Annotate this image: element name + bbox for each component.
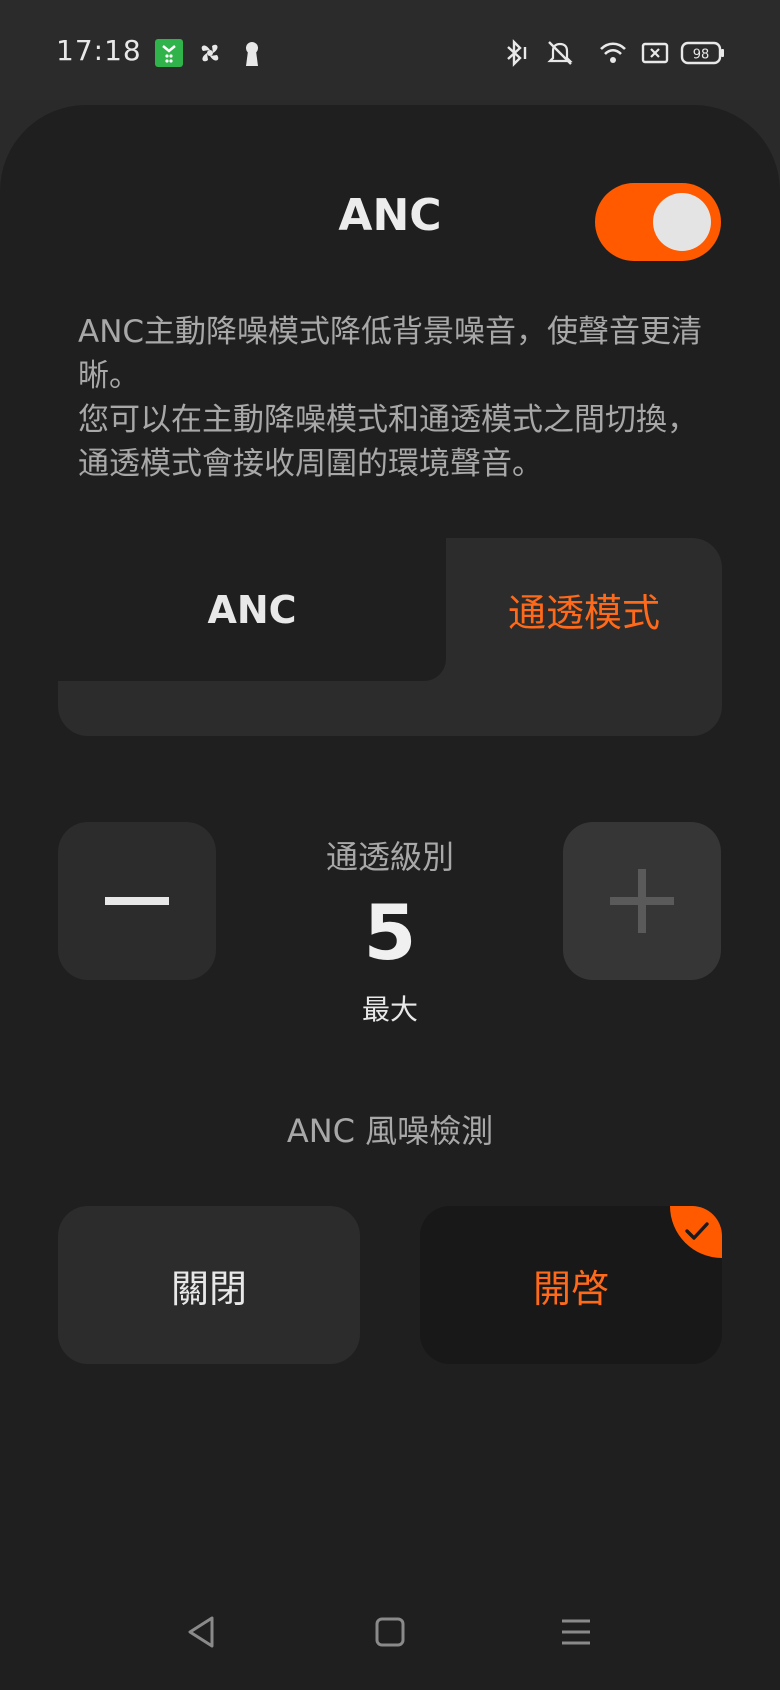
status-bar: 17:18 98 <box>0 0 780 100</box>
wind-detection-on-label: 開啓 <box>532 1266 609 1311</box>
battery-level: 98 <box>693 48 710 63</box>
check-icon <box>670 1206 722 1258</box>
wind-detection-off-label: 關閉 <box>170 1266 247 1311</box>
fan-icon <box>195 38 225 68</box>
app-notification-icon <box>154 38 184 68</box>
wind-noise-label: ANC 風噪檢測 <box>286 1112 494 1150</box>
home-icon[interactable] <box>370 1612 410 1652</box>
anc-description: ANC主動降噪模式降低背景噪音，使聲音更清晰。 您可以在主動降噪模式和通透模式之… <box>78 310 708 486</box>
wind-detection-on-option[interactable]: 開啓 <box>420 1206 722 1364</box>
bluetooth-icon <box>500 38 530 68</box>
mode-anc-option[interactable]: ANC <box>58 538 446 681</box>
mode-transparent-option[interactable]: 通透模式 <box>446 538 722 681</box>
sim-icon <box>640 38 670 68</box>
description-line-2: 您可以在主動降噪模式和通透模式之間切換，通透模式會接收周圍的環境聲音。 <box>78 402 698 482</box>
mute-icon <box>545 38 575 68</box>
keyhole-icon <box>237 38 267 68</box>
mode-selector: ANC 通透模式 <box>58 538 722 736</box>
navigation-bar <box>0 1600 780 1670</box>
wifi-icon <box>598 38 628 68</box>
back-icon[interactable] <box>182 1612 222 1652</box>
description-line-1: ANC主動降噪模式降低背景噪音，使聲音更清晰。 <box>78 314 703 394</box>
menu-icon[interactable] <box>556 1612 596 1652</box>
status-time: 17:18 <box>56 34 142 67</box>
increase-level-button[interactable] <box>563 822 721 980</box>
toggle-knob <box>653 193 711 251</box>
anc-toggle[interactable] <box>595 183 721 261</box>
battery-icon: 98 <box>680 38 726 68</box>
wind-detection-off-option[interactable]: 關閉 <box>58 1206 360 1364</box>
level-caption: 最大 <box>361 993 418 1026</box>
